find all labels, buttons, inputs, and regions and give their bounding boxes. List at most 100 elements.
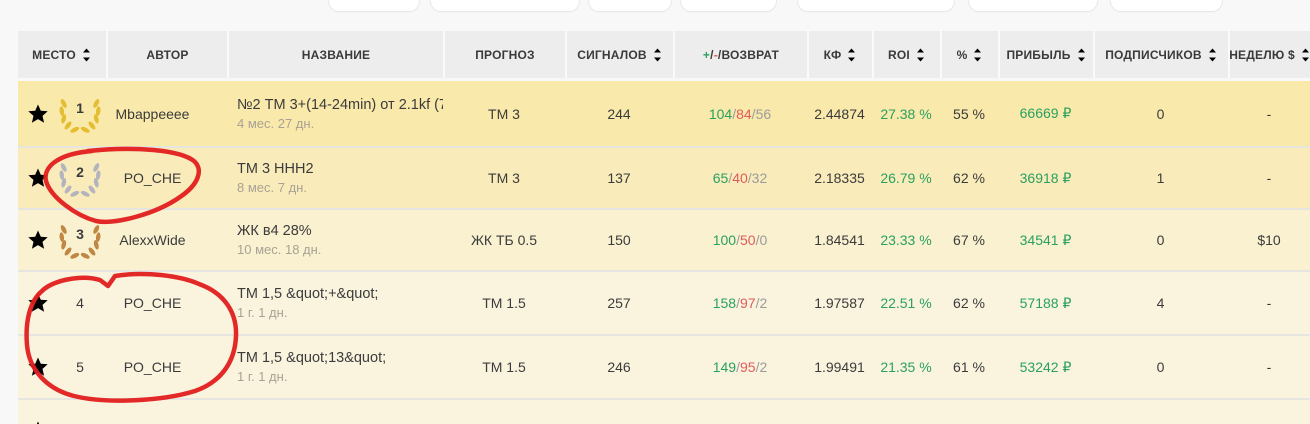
filter-pill[interactable] xyxy=(680,0,777,12)
signals-cell: 150 xyxy=(565,210,673,270)
place-cell: 4 xyxy=(18,272,106,334)
table-row[interactable]: 1 Mbappeeee №2 ТМ 3+(14-24min) от 2.1kf … xyxy=(18,81,1310,146)
author-cell[interactable]: PO_CHE xyxy=(106,148,227,208)
sort-icon[interactable] xyxy=(915,46,926,64)
place-cell: 2 xyxy=(18,148,106,208)
forecast-cell: ТМ 1.5 xyxy=(443,336,565,398)
table-row[interactable]: 5 PO_CHE ТМ 1,5 &quot;13&quot; 1 г. 1 дн… xyxy=(18,334,1310,398)
return-cell: 100/50/0 xyxy=(673,210,807,270)
favorite-star-icon[interactable] xyxy=(26,166,50,190)
column-label: НЕДЕЛЮ $ xyxy=(1229,48,1295,62)
sort-icon[interactable] xyxy=(652,46,663,64)
sort-icon[interactable] xyxy=(1076,46,1087,64)
name-cell[interactable]: ТМ 1,5 &quot;+&quot; 1 г. 1 дн. xyxy=(227,272,443,334)
filter-pill[interactable] xyxy=(588,0,672,12)
author-cell[interactable]: Mbappeeee xyxy=(106,81,227,146)
subscribers-cell: 4 xyxy=(1093,272,1228,334)
table-row[interactable]: 4 PO_CHE ТМ 1,5 &quot;+&quot; 1 г. 1 дн.… xyxy=(18,270,1310,334)
roi-cell: 23.33 % xyxy=(872,210,940,270)
forecast-cell: ТМ 3 xyxy=(443,81,565,146)
profit-cell: 34541 ₽ xyxy=(998,210,1093,270)
column-label: ПРОГНОЗ xyxy=(475,48,535,62)
signal-title: ТМ 1,5 &quot;+&quot; xyxy=(237,286,378,302)
column-label: ПОДПИСЧИКОВ xyxy=(1105,48,1202,62)
signals-cell: 244 xyxy=(565,81,673,146)
column-header-author[interactable]: АВТОР xyxy=(106,31,227,78)
name-cell[interactable]: ТМ 3 ННН2 8 мес. 7 дн. xyxy=(227,148,443,208)
kf-cell: 2.44874 xyxy=(807,81,872,146)
column-header-kf[interactable]: КФ xyxy=(807,31,872,78)
column-header-place[interactable]: МЕСТО xyxy=(18,31,106,78)
column-header-forecast[interactable]: ПРОГНОЗ xyxy=(443,31,565,78)
roi-cell: 27.38 % xyxy=(872,81,940,146)
name-cell[interactable]: Бот ТМ +3 xyxy=(227,400,443,424)
name-cell[interactable]: ТМ 1,5 &quot;13&quot; 1 г. 1 дн. xyxy=(227,336,443,398)
leaderboard-table: МЕСТО АВТОР НАЗВАНИЕ ПРОГНОЗ СИГНАЛОВ +/… xyxy=(18,31,1310,424)
column-header-subscribers[interactable]: ПОДПИСЧИКОВ xyxy=(1093,31,1228,78)
percent-cell: 67 % xyxy=(940,210,998,270)
column-label: % xyxy=(957,48,968,62)
filter-pill[interactable] xyxy=(797,0,955,12)
favorite-star-icon[interactable] xyxy=(26,291,50,315)
author-cell[interactable]: AlexxWide xyxy=(106,210,227,270)
signal-title: №2 ТМ 3+(14-24min) от 2.1kf (7 ... xyxy=(237,97,443,113)
laurel-wreath-bronze-icon: 3 xyxy=(57,220,103,260)
name-cell[interactable]: ЖК в4 28% 10 мес. 18 дн. xyxy=(227,210,443,270)
kf-cell: 2.18335 xyxy=(807,148,872,208)
signal-age: 8 мес. 7 дн. xyxy=(237,180,307,195)
filter-pill[interactable] xyxy=(1110,0,1223,12)
signals-cell: 257 xyxy=(565,272,673,334)
percent-cell: 62 % xyxy=(940,272,998,334)
favorite-star-icon[interactable] xyxy=(26,355,50,379)
table-row[interactable]: Бот ТМ +3 xyxy=(18,398,1310,424)
sort-icon[interactable] xyxy=(972,46,983,64)
place-cell: 3 xyxy=(18,210,106,270)
column-header-profit[interactable]: ПРИБЫЛЬ xyxy=(998,31,1093,78)
subscribers-cell: 1 xyxy=(1093,148,1228,208)
column-header-week[interactable]: НЕДЕЛЮ $ xyxy=(1228,31,1310,78)
author-cell[interactable]: PO_CHE xyxy=(106,336,227,398)
sort-icon[interactable] xyxy=(1207,46,1218,64)
author-cell[interactable]: PO_CHE xyxy=(106,272,227,334)
column-header-return[interactable]: +/-/ВОЗВРАТ xyxy=(673,31,807,78)
signal-age: 10 мес. 18 дн. xyxy=(237,242,321,257)
sort-icon[interactable] xyxy=(846,46,857,64)
column-header-roi[interactable]: ROI xyxy=(872,31,940,78)
column-label: НАЗВАНИЕ xyxy=(302,48,370,62)
profit-cell: 57188 ₽ xyxy=(998,272,1093,334)
filter-pill[interactable] xyxy=(968,0,1098,12)
favorite-star-icon[interactable] xyxy=(26,419,50,424)
column-label: МЕСТО xyxy=(32,48,76,62)
sort-icon[interactable] xyxy=(1300,46,1310,64)
column-header-percent[interactable]: % xyxy=(940,31,998,78)
signal-age: 1 г. 1 дн. xyxy=(237,369,287,384)
table-row[interactable]: 2 PO_CHE ТМ 3 ННН2 8 мес. 7 дн. ТМ 3 137… xyxy=(18,146,1310,208)
week-cell xyxy=(1228,400,1310,424)
sort-icon[interactable] xyxy=(81,46,92,64)
column-header-name[interactable]: НАЗВАНИЕ xyxy=(227,31,443,78)
filter-pill[interactable] xyxy=(430,0,580,12)
subscribers-cell xyxy=(1093,400,1228,424)
place-cell xyxy=(18,400,106,424)
laurel-wreath-gold-icon: 1 xyxy=(57,94,103,134)
profit-cell: 36918 ₽ xyxy=(998,148,1093,208)
favorite-star-icon[interactable] xyxy=(26,228,50,252)
kf-cell: 1.84541 xyxy=(807,210,872,270)
roi-cell: 21.35 % xyxy=(872,336,940,398)
place-number: 2 xyxy=(57,164,103,180)
week-cell: - xyxy=(1228,336,1310,398)
week-cell: - xyxy=(1228,272,1310,334)
column-header-signals[interactable]: СИГНАЛОВ xyxy=(565,31,673,78)
return-cell: 65/40/32 xyxy=(673,148,807,208)
laurel-wreath-silver-icon: 2 xyxy=(57,158,103,198)
table-row[interactable]: 3 AlexxWide ЖК в4 28% 10 мес. 18 дн. ЖК … xyxy=(18,208,1310,270)
filter-pill[interactable] xyxy=(328,0,420,12)
subscribers-cell: 0 xyxy=(1093,336,1228,398)
place-number: 3 xyxy=(57,226,103,242)
name-cell[interactable]: №2 ТМ 3+(14-24min) от 2.1kf (7 ... 4 мес… xyxy=(227,81,443,146)
favorite-star-icon[interactable] xyxy=(26,102,50,126)
roi-cell xyxy=(872,400,940,424)
percent-cell: 62 % xyxy=(940,148,998,208)
roi-cell: 26.79 % xyxy=(872,148,940,208)
author-cell[interactable] xyxy=(106,400,227,424)
